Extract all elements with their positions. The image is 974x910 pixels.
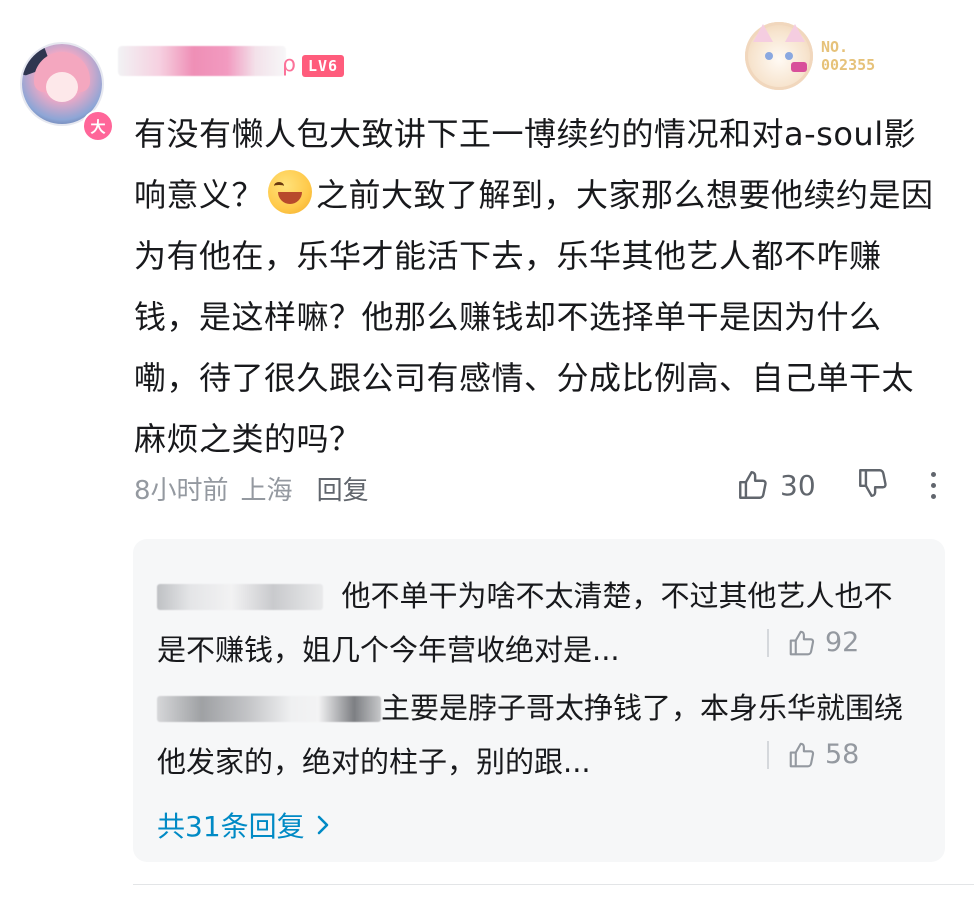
cat-decoration-icon: [745, 22, 813, 90]
like-count: 30: [780, 468, 816, 502]
comment-actions: 30: [736, 466, 938, 504]
comment-location: 上海: [240, 476, 293, 506]
reply-item[interactable]: 主要是脖子哥太挣钱了，本身乐华就围绕他发家的，绝对的柱子，别的跟...: [157, 681, 917, 789]
avatar-badge: 大: [82, 110, 114, 142]
reply-like-button[interactable]: 58: [767, 739, 859, 770]
dislike-button[interactable]: [856, 466, 890, 504]
view-all-replies-link[interactable]: 共31条回复: [157, 805, 331, 845]
comment-meta: 8小时前 上海 回复: [134, 470, 369, 507]
decoration-number: NO. 002355: [821, 38, 876, 74]
reply-username-redacted: [157, 584, 323, 610]
view-all-replies-label: 共31条回复: [157, 810, 305, 843]
reply-like-button[interactable]: 92: [767, 627, 859, 658]
reply-username-redacted: [157, 696, 381, 722]
decoration-card[interactable]: NO. 002355: [745, 22, 905, 90]
more-options-button[interactable]: [930, 471, 938, 499]
thumbs-down-icon: [858, 469, 887, 497]
reply-item[interactable]: 他不单干为啥不太清楚，不过其他艺人也不是不赚钱，姐几个今年营收绝对是...: [157, 569, 917, 677]
laugh-cry-emoji-icon: [268, 170, 313, 214]
thumbs-up-icon: [789, 630, 815, 655]
avatar[interactable]: 大: [22, 44, 114, 142]
thumbs-up-icon: [789, 742, 815, 767]
reply-button[interactable]: 回复: [317, 470, 369, 507]
level-badge: LV6: [302, 55, 345, 77]
reply-like-count: 92: [825, 627, 860, 658]
username-tail: ρ: [282, 52, 296, 77]
thumbs-up-icon: [739, 471, 767, 499]
chevron-right-icon: [317, 815, 328, 835]
reply-like-count: 58: [825, 739, 860, 770]
divider: [133, 884, 974, 885]
comment-text: 有没有懒人包大致讲下王一博续约的情况和对a-soul影响意义？ 之前大致了解到，大…: [134, 104, 946, 470]
like-button[interactable]: 30: [736, 468, 816, 502]
comment-text-part2: 之前大致了解到，大家那么想要他续约是因为有他在，乐华才能活下去，乐华其他艺人都不…: [134, 176, 934, 458]
username-redacted[interactable]: [118, 46, 286, 76]
replies-panel: 他不单干为啥不太清楚，不过其他艺人也不是不赚钱，姐几个今年营收绝对是... 92…: [133, 539, 945, 862]
comment-time: 8小时前: [134, 476, 229, 506]
